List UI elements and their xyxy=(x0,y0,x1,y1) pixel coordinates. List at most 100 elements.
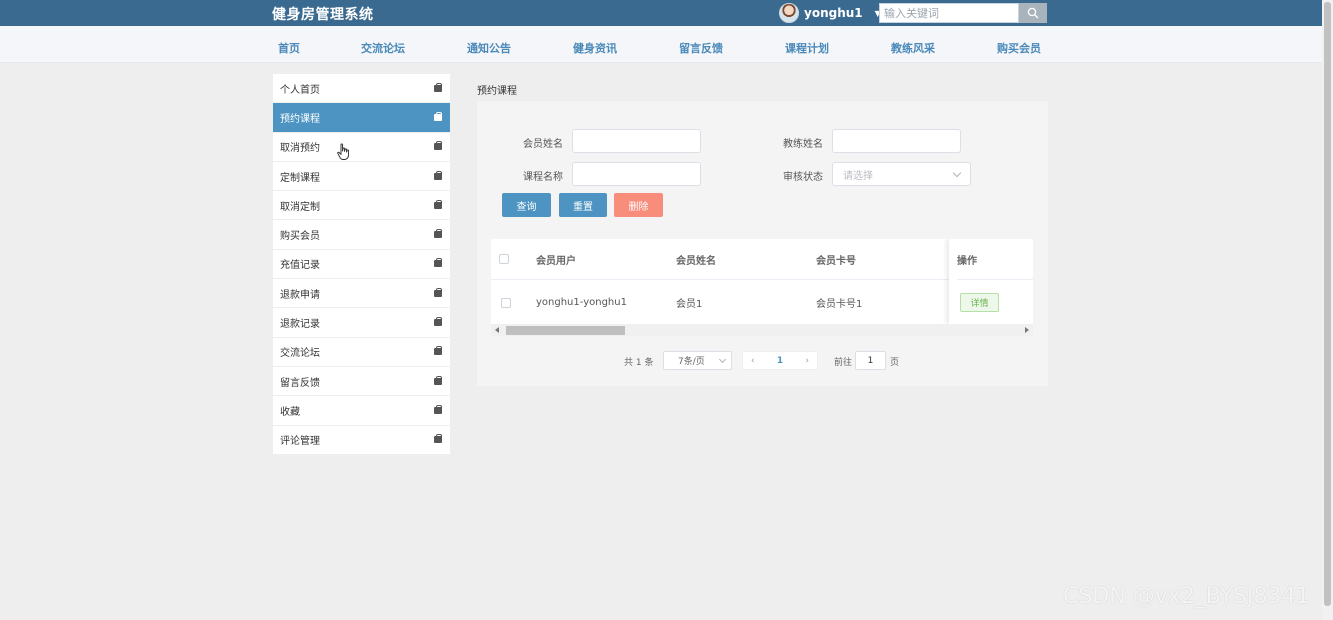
chevron-down-icon xyxy=(952,168,962,177)
nav-coaches[interactable]: 教练风采 xyxy=(891,40,935,56)
member-name-input[interactable] xyxy=(572,129,701,153)
review-status-select[interactable]: 请选择 xyxy=(832,162,971,186)
main-nav: 首页 交流论坛 通知公告 健身资讯 留言反馈 课程计划 教练风采 购买会员 xyxy=(0,26,1322,63)
nav-forum[interactable]: 交流论坛 xyxy=(361,40,405,56)
nav-fitness-news[interactable]: 健身资讯 xyxy=(573,40,617,56)
coach-name-label: 教练姓名 xyxy=(783,139,823,150)
coach-name-input[interactable] xyxy=(832,129,961,153)
page-unit-label: 页 xyxy=(890,358,900,368)
search-button[interactable] xyxy=(1019,3,1047,23)
sidebar-item-home[interactable]: 个人首页 xyxy=(273,74,450,104)
pagination: 共 1 条 7条/页 ‹ 1 › 前往 页 xyxy=(477,351,1048,371)
sidebar-item-refund-records[interactable]: 退款记录 xyxy=(273,308,450,338)
select-all-checkbox[interactable] xyxy=(499,254,509,264)
sidebar-item-comments[interactable]: 评论管理 xyxy=(273,426,450,455)
sidebar-item-label: 留言反馈 xyxy=(280,377,320,389)
sidebar-item-recharge-records[interactable]: 充值记录 xyxy=(273,250,450,280)
sidebar-item-forum[interactable]: 交流论坛 xyxy=(273,338,450,367)
sidebar-item-label: 收藏 xyxy=(280,406,300,418)
page-size-select[interactable]: 7条/页 xyxy=(663,351,732,370)
goto-label: 前往 xyxy=(834,358,853,368)
bag-icon xyxy=(434,199,442,209)
sidebar-item-label: 退款申请 xyxy=(280,289,320,301)
sidebar-item-label: 定制课程 xyxy=(280,172,320,184)
cell-member-card: 会员卡号1 xyxy=(816,299,863,310)
sidebar-item-label: 充值记录 xyxy=(280,260,320,272)
top-header: 健身房管理系统 yonghu1 ▼ xyxy=(0,0,1322,26)
reset-button[interactable]: 重置 xyxy=(559,193,607,217)
sidebar-item-label: 预约课程 xyxy=(280,113,320,125)
nav-buy-membership[interactable]: 购买会员 xyxy=(997,40,1041,56)
nav-feedback[interactable]: 留言反馈 xyxy=(679,40,723,56)
bag-icon xyxy=(434,375,442,385)
scroll-left-arrow-icon[interactable] xyxy=(495,327,499,333)
total-count: 共 1 条 xyxy=(624,358,654,368)
delete-button[interactable]: 删除 xyxy=(614,193,663,217)
sidebar-item-favorites[interactable]: 收藏 xyxy=(273,396,450,426)
sidebar-item-cancel-custom[interactable]: 取消定制 xyxy=(273,191,450,221)
chevron-down-icon xyxy=(718,355,727,363)
sidebar-item-label: 退款记录 xyxy=(280,319,320,331)
bag-icon xyxy=(434,287,442,297)
sidebar-item-custom-course[interactable]: 定制课程 xyxy=(273,162,450,192)
bag-icon xyxy=(434,111,442,121)
watermark: CSDN @vx2_BYSJ8341 xyxy=(1063,584,1310,609)
detail-button[interactable]: 详情 xyxy=(960,293,999,312)
course-name-input[interactable] xyxy=(572,162,701,186)
page-size-value: 7条/页 xyxy=(678,357,705,367)
scrollbar-thumb[interactable] xyxy=(506,326,625,335)
sidebar-item-cancel-booking[interactable]: 取消预约 xyxy=(273,133,450,162)
search-icon xyxy=(1027,7,1039,19)
page-vertical-scrollbar[interactable] xyxy=(1322,0,1333,620)
bag-icon xyxy=(434,170,442,180)
table-horizontal-scrollbar[interactable] xyxy=(491,324,1033,336)
bag-icon xyxy=(434,258,442,268)
sidebar-item-feedback[interactable]: 留言反馈 xyxy=(273,367,450,397)
prev-page-icon[interactable]: ‹ xyxy=(751,356,755,366)
sidebar-item-label: 取消定制 xyxy=(280,201,320,213)
sidebar-menu: 个人首页 预约课程 取消预约 定制课程 取消定制 购买会员 充值记录 退款申请 … xyxy=(273,74,450,455)
course-name-label: 课程名称 xyxy=(523,172,563,183)
select-placeholder: 请选择 xyxy=(843,170,873,182)
row-checkbox[interactable] xyxy=(501,297,511,308)
column-header-member-user: 会员用户 xyxy=(536,255,576,267)
user-menu[interactable]: yonghu1 ▼ xyxy=(779,3,881,23)
bag-icon xyxy=(434,434,442,444)
operations-column: 操作 详情 xyxy=(949,239,1033,324)
column-header-member-card: 会员卡号 xyxy=(816,255,856,267)
bag-icon xyxy=(434,404,442,414)
bag-icon xyxy=(434,82,442,92)
bag-icon xyxy=(434,141,442,151)
nav-course-plan[interactable]: 课程计划 xyxy=(785,40,829,56)
booking-table: 会员用户 会员姓名 会员卡号 yonghu1-yonghu1 会员1 会员卡号1… xyxy=(491,239,1033,324)
bag-icon xyxy=(434,317,442,327)
nav-notices[interactable]: 通知公告 xyxy=(467,40,511,56)
brand-title: 健身房管理系统 xyxy=(272,7,374,23)
sidebar-item-label: 取消预约 xyxy=(280,143,320,155)
sidebar-item-label: 交流论坛 xyxy=(280,348,320,360)
sidebar-item-book-course[interactable]: 预约课程 xyxy=(273,103,450,133)
scrollbar-thumb[interactable] xyxy=(1324,2,1331,606)
search-input[interactable] xyxy=(879,3,1019,23)
member-name-label: 会员姓名 xyxy=(523,139,563,150)
sidebar-item-label: 购买会员 xyxy=(280,231,320,243)
current-page[interactable]: 1 xyxy=(777,356,783,366)
sidebar-item-refund-request[interactable]: 退款申请 xyxy=(273,279,450,309)
next-page-icon[interactable]: › xyxy=(805,356,809,366)
avatar xyxy=(779,3,799,23)
username: yonghu1 xyxy=(804,6,863,20)
sidebar-item-label: 个人首页 xyxy=(280,84,320,96)
nav-home[interactable]: 首页 xyxy=(278,40,300,56)
scroll-right-arrow-icon[interactable] xyxy=(1025,327,1029,333)
bag-icon xyxy=(434,346,442,356)
cell-member-user: yonghu1-yonghu1 xyxy=(536,297,627,308)
bag-icon xyxy=(434,229,442,239)
sidebar-item-label: 评论管理 xyxy=(280,436,320,448)
goto-page-input[interactable] xyxy=(855,351,886,370)
review-status-label: 审核状态 xyxy=(783,172,823,183)
column-header-member-name: 会员姓名 xyxy=(676,255,716,267)
column-header-operations: 操作 xyxy=(957,239,1033,280)
sidebar-item-buy-membership[interactable]: 购买会员 xyxy=(273,220,450,250)
page-title: 预约课程 xyxy=(477,86,517,97)
query-button[interactable]: 查询 xyxy=(502,193,551,217)
